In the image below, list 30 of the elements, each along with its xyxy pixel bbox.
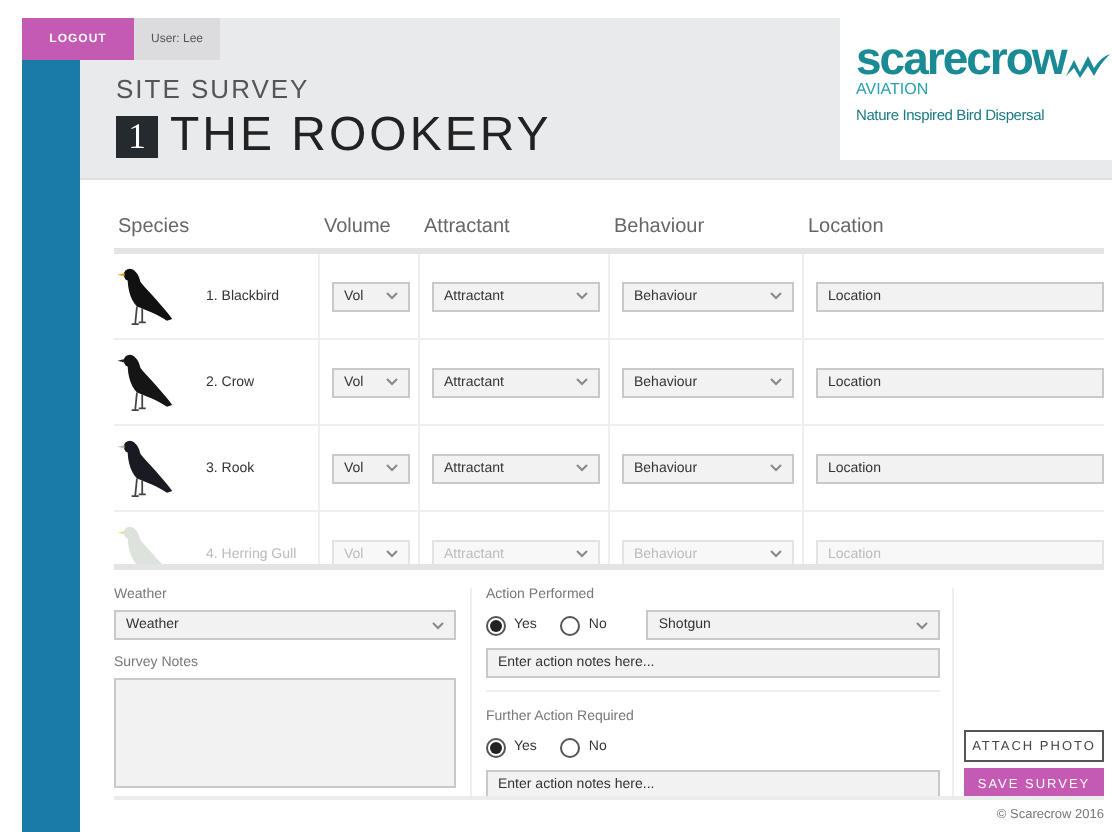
caret-icon	[576, 292, 588, 300]
survey-number-badge: 1	[116, 115, 158, 157]
column-header: Location	[806, 215, 886, 237]
caret-icon	[576, 464, 588, 472]
logo-wordmark: scarecrow	[856, 36, 1066, 80]
caret-icon	[386, 464, 398, 472]
radio-button[interactable]	[560, 737, 581, 757]
caret-icon	[386, 378, 398, 386]
page-title: THE ROOKERY	[170, 110, 552, 162]
caret-icon	[386, 292, 398, 300]
caret-icon	[432, 621, 444, 629]
caret-icon	[770, 464, 782, 472]
column-header: Attractant	[422, 215, 512, 237]
caret-icon	[576, 378, 588, 386]
column-header: Species	[116, 215, 192, 237]
logo-division: AVIATION	[856, 80, 931, 98]
caret-icon	[386, 550, 398, 558]
survey-notes-field[interactable]	[114, 678, 456, 788]
radio-button[interactable]	[486, 615, 506, 635]
column-header: Behaviour	[612, 215, 707, 237]
page-subtitle: SITE SURVEY	[116, 76, 310, 104]
radio-button[interactable]	[560, 615, 581, 635]
caret-icon	[770, 550, 782, 558]
caret-icon	[770, 292, 782, 300]
caret-icon	[916, 621, 928, 629]
caret-icon	[576, 550, 588, 558]
birds-wing-icon	[1065, 48, 1110, 80]
caret-icon	[770, 378, 782, 386]
column-header: Volume	[322, 215, 393, 237]
radio-button[interactable]	[486, 737, 506, 757]
